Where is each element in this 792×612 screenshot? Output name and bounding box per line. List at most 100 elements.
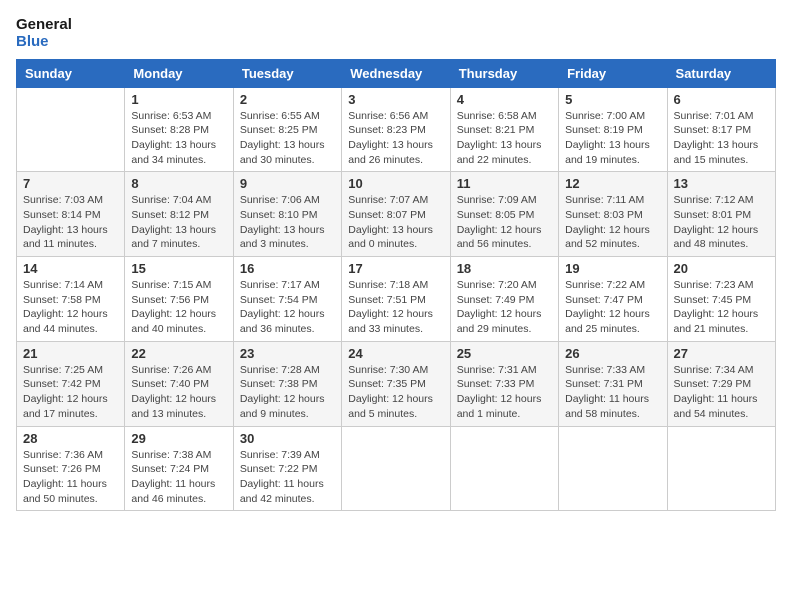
- day-of-week-header: Wednesday: [342, 59, 450, 87]
- day-info: Sunrise: 7:11 AMSunset: 8:03 PMDaylight:…: [565, 193, 660, 252]
- day-of-week-header: Thursday: [450, 59, 558, 87]
- day-number: 14: [23, 261, 118, 276]
- day-info: Sunrise: 7:28 AMSunset: 7:38 PMDaylight:…: [240, 363, 335, 422]
- calendar-week-row: 21 Sunrise: 7:25 AMSunset: 7:42 PMDayligh…: [17, 341, 776, 426]
- day-info: Sunrise: 7:14 AMSunset: 7:58 PMDaylight:…: [23, 278, 118, 337]
- day-number: 21: [23, 346, 118, 361]
- day-number: 24: [348, 346, 443, 361]
- calendar-cell: 21 Sunrise: 7:25 AMSunset: 7:42 PMDayligh…: [17, 341, 125, 426]
- day-number: 9: [240, 176, 335, 191]
- day-number: 22: [131, 346, 226, 361]
- calendar-cell: [667, 426, 775, 511]
- day-info: Sunrise: 7:34 AMSunset: 7:29 PMDaylight:…: [674, 363, 769, 422]
- day-of-week-header: Sunday: [17, 59, 125, 87]
- calendar-cell: 12 Sunrise: 7:11 AMSunset: 8:03 PMDayligh…: [559, 172, 667, 257]
- day-info: Sunrise: 7:25 AMSunset: 7:42 PMDaylight:…: [23, 363, 118, 422]
- calendar-cell: 27 Sunrise: 7:34 AMSunset: 7:29 PMDayligh…: [667, 341, 775, 426]
- day-number: 3: [348, 92, 443, 107]
- calendar-cell: 14 Sunrise: 7:14 AMSunset: 7:58 PMDayligh…: [17, 257, 125, 342]
- calendar-cell: 30 Sunrise: 7:39 AMSunset: 7:22 PMDayligh…: [233, 426, 341, 511]
- day-info: Sunrise: 7:06 AMSunset: 8:10 PMDaylight:…: [240, 193, 335, 252]
- calendar-cell: 16 Sunrise: 7:17 AMSunset: 7:54 PMDayligh…: [233, 257, 341, 342]
- calendar-cell: 3 Sunrise: 6:56 AMSunset: 8:23 PMDaylight…: [342, 87, 450, 172]
- day-info: Sunrise: 7:31 AMSunset: 7:33 PMDaylight:…: [457, 363, 552, 422]
- day-number: 17: [348, 261, 443, 276]
- calendar-cell: [342, 426, 450, 511]
- day-number: 30: [240, 431, 335, 446]
- day-info: Sunrise: 7:20 AMSunset: 7:49 PMDaylight:…: [457, 278, 552, 337]
- calendar-cell: 23 Sunrise: 7:28 AMSunset: 7:38 PMDayligh…: [233, 341, 341, 426]
- day-info: Sunrise: 6:58 AMSunset: 8:21 PMDaylight:…: [457, 109, 552, 168]
- day-number: 16: [240, 261, 335, 276]
- day-info: Sunrise: 7:01 AMSunset: 8:17 PMDaylight:…: [674, 109, 769, 168]
- day-number: 10: [348, 176, 443, 191]
- calendar-cell: [17, 87, 125, 172]
- day-info: Sunrise: 7:03 AMSunset: 8:14 PMDaylight:…: [23, 193, 118, 252]
- day-number: 12: [565, 176, 660, 191]
- day-info: Sunrise: 7:15 AMSunset: 7:56 PMDaylight:…: [131, 278, 226, 337]
- day-number: 13: [674, 176, 769, 191]
- day-info: Sunrise: 7:18 AMSunset: 7:51 PMDaylight:…: [348, 278, 443, 337]
- calendar-cell: 2Sunrise: 6:55 AMSunset: 8:25 PMDaylight…: [233, 87, 341, 172]
- day-info: Sunrise: 7:12 AMSunset: 8:01 PMDaylight:…: [674, 193, 769, 252]
- day-number: 4: [457, 92, 552, 107]
- day-number: 11: [457, 176, 552, 191]
- day-number: 6: [674, 92, 769, 107]
- calendar-cell: 19 Sunrise: 7:22 AMSunset: 7:47 PMDayligh…: [559, 257, 667, 342]
- day-number: 27: [674, 346, 769, 361]
- day-info: Sunrise: 7:17 AMSunset: 7:54 PMDaylight:…: [240, 278, 335, 337]
- calendar-cell: [450, 426, 558, 511]
- logo-blue-text: Blue: [16, 33, 72, 50]
- calendar-cell: [559, 426, 667, 511]
- day-info: Sunrise: 7:00 AMSunset: 8:19 PMDaylight:…: [565, 109, 660, 168]
- logo: General Blue: [16, 16, 72, 51]
- day-info: Sunrise: 7:22 AMSunset: 7:47 PMDaylight:…: [565, 278, 660, 337]
- day-of-week-header: Monday: [125, 59, 233, 87]
- calendar-cell: 29 Sunrise: 7:38 AMSunset: 7:24 PMDayligh…: [125, 426, 233, 511]
- calendar-cell: 1 Sunrise: 6:53 AMSunset: 8:28 PMDaylight…: [125, 87, 233, 172]
- calendar-cell: 22 Sunrise: 7:26 AMSunset: 7:40 PMDayligh…: [125, 341, 233, 426]
- day-number: 28: [23, 431, 118, 446]
- logo-general-text: General: [16, 16, 72, 33]
- calendar-cell: 11 Sunrise: 7:09 AMSunset: 8:05 PMDayligh…: [450, 172, 558, 257]
- day-info: Sunrise: 7:04 AMSunset: 8:12 PMDaylight:…: [131, 193, 226, 252]
- day-number: 7: [23, 176, 118, 191]
- day-number: 23: [240, 346, 335, 361]
- day-number: 26: [565, 346, 660, 361]
- calendar-week-row: 14 Sunrise: 7:14 AMSunset: 7:58 PMDayligh…: [17, 257, 776, 342]
- calendar-cell: 26 Sunrise: 7:33 AMSunset: 7:31 PMDayligh…: [559, 341, 667, 426]
- day-number: 29: [131, 431, 226, 446]
- calendar-header-row: SundayMondayTuesdayWednesdayThursdayFrid…: [17, 59, 776, 87]
- day-number: 20: [674, 261, 769, 276]
- calendar-cell: 5Sunrise: 7:00 AMSunset: 8:19 PMDaylight…: [559, 87, 667, 172]
- calendar-cell: 4 Sunrise: 6:58 AMSunset: 8:21 PMDaylight…: [450, 87, 558, 172]
- day-info: Sunrise: 7:39 AMSunset: 7:22 PMDaylight:…: [240, 448, 335, 507]
- calendar-table: SundayMondayTuesdayWednesdayThursdayFrid…: [16, 59, 776, 512]
- day-number: 8: [131, 176, 226, 191]
- day-info: Sunrise: 7:07 AMSunset: 8:07 PMDaylight:…: [348, 193, 443, 252]
- day-number: 15: [131, 261, 226, 276]
- day-info: Sunrise: 7:23 AMSunset: 7:45 PMDaylight:…: [674, 278, 769, 337]
- calendar-cell: 17 Sunrise: 7:18 AMSunset: 7:51 PMDayligh…: [342, 257, 450, 342]
- day-number: 25: [457, 346, 552, 361]
- day-info: Sunrise: 7:09 AMSunset: 8:05 PMDaylight:…: [457, 193, 552, 252]
- calendar-cell: 6 Sunrise: 7:01 AMSunset: 8:17 PMDaylight…: [667, 87, 775, 172]
- calendar-cell: 18Sunrise: 7:20 AMSunset: 7:49 PMDayligh…: [450, 257, 558, 342]
- day-info: Sunrise: 7:36 AMSunset: 7:26 PMDaylight:…: [23, 448, 118, 507]
- day-number: 19: [565, 261, 660, 276]
- calendar-cell: 8 Sunrise: 7:04 AMSunset: 8:12 PMDaylight…: [125, 172, 233, 257]
- calendar-week-row: 1 Sunrise: 6:53 AMSunset: 8:28 PMDaylight…: [17, 87, 776, 172]
- day-info: Sunrise: 6:56 AMSunset: 8:23 PMDaylight:…: [348, 109, 443, 168]
- day-of-week-header: Friday: [559, 59, 667, 87]
- day-info: Sunrise: 6:53 AMSunset: 8:28 PMDaylight:…: [131, 109, 226, 168]
- calendar-cell: 9 Sunrise: 7:06 AMSunset: 8:10 PMDaylight…: [233, 172, 341, 257]
- day-number: 1: [131, 92, 226, 107]
- calendar-cell: 24Sunrise: 7:30 AMSunset: 7:35 PMDayligh…: [342, 341, 450, 426]
- day-info: Sunrise: 7:33 AMSunset: 7:31 PMDaylight:…: [565, 363, 660, 422]
- day-number: 2: [240, 92, 335, 107]
- calendar-cell: 10 Sunrise: 7:07 AMSunset: 8:07 PMDayligh…: [342, 172, 450, 257]
- calendar-cell: 15 Sunrise: 7:15 AMSunset: 7:56 PMDayligh…: [125, 257, 233, 342]
- day-info: Sunrise: 7:26 AMSunset: 7:40 PMDaylight:…: [131, 363, 226, 422]
- day-info: Sunrise: 7:38 AMSunset: 7:24 PMDaylight:…: [131, 448, 226, 507]
- page-header: General Blue: [16, 16, 776, 51]
